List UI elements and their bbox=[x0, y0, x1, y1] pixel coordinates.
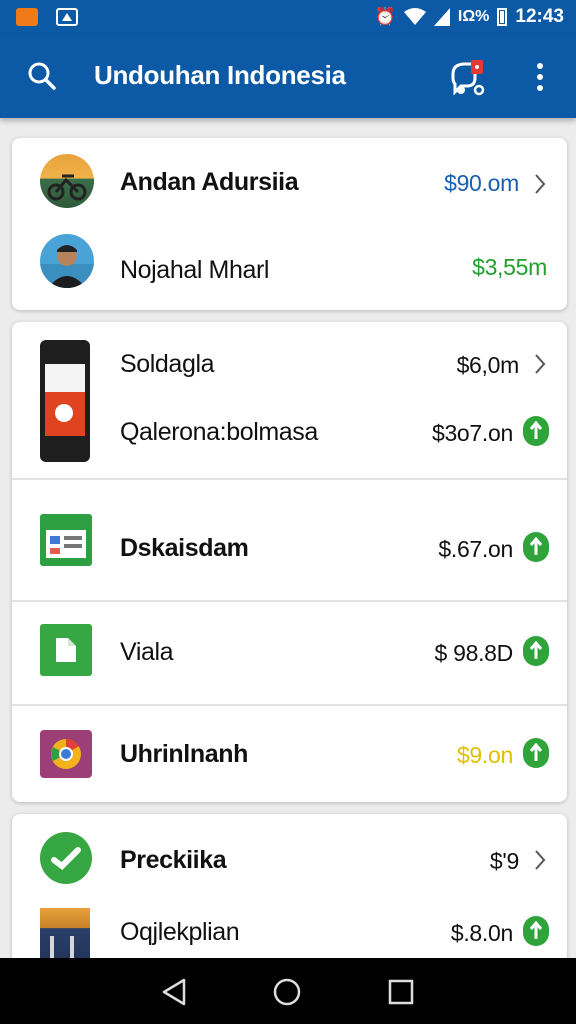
row-amount: $9.on bbox=[456, 742, 513, 768]
status-bar: ⏰ ΙΩ% 12:43 bbox=[0, 0, 576, 34]
signal-icon bbox=[433, 8, 450, 26]
account-card-3: Preckiika $'9 Oqjlekplian $.8.0n bbox=[12, 814, 567, 974]
row-name: Uhrinlnanh bbox=[120, 740, 248, 768]
recents-icon[interactable] bbox=[386, 977, 416, 1007]
file-icon bbox=[40, 624, 92, 676]
row-name: Soldagla bbox=[120, 350, 215, 378]
alarm-icon: ⏰ bbox=[374, 7, 396, 26]
row-amount: $3o7.on bbox=[431, 420, 513, 446]
trend-up-icon bbox=[523, 738, 549, 768]
row-amount: $.67.on bbox=[438, 536, 513, 562]
more-vert-icon[interactable] bbox=[528, 60, 552, 94]
person-avatar bbox=[40, 234, 94, 288]
clock: 12:43 bbox=[515, 6, 564, 27]
trend-up-icon bbox=[523, 532, 549, 562]
list-item[interactable]: Preckiika $'9 bbox=[12, 814, 567, 900]
page-title: Undouhan Indonesia bbox=[94, 60, 346, 90]
row-name: Dskaisdam bbox=[120, 534, 249, 562]
list-item[interactable]: Nojahal Mharl $3,55m bbox=[12, 224, 567, 310]
row-amount: $6,0m bbox=[456, 352, 520, 378]
chevron-right-icon bbox=[535, 174, 546, 194]
list-item[interactable]: Qaleronа:bolmasa $3o7.on bbox=[12, 398, 567, 478]
row-amount: $ 98.8D bbox=[434, 640, 514, 666]
drive-notification-icon bbox=[56, 8, 78, 26]
row-amount: $'9 bbox=[489, 848, 519, 874]
row-amount: $.8.0n bbox=[450, 920, 513, 946]
chevron-right-icon bbox=[535, 354, 546, 374]
chrome-icon bbox=[40, 730, 92, 778]
navigation-bar bbox=[0, 958, 576, 1024]
trend-up-icon bbox=[523, 636, 549, 666]
row-name: Qaleronа:bolmasa bbox=[120, 418, 318, 446]
row-name: Viala bbox=[120, 638, 174, 666]
row-name: Preckiika bbox=[120, 846, 227, 874]
battery-percent: ΙΩ% bbox=[457, 8, 490, 25]
search-icon[interactable] bbox=[26, 60, 58, 92]
app-bar: Undouhan Indonesia bbox=[0, 34, 576, 118]
list-item[interactable]: Uhrinlnanh $9.on bbox=[12, 706, 567, 802]
account-card-2: Soldagla $6,0m Qaleronа:bolmasa $3o7.on … bbox=[12, 322, 567, 802]
account-card-1: Andan Adursiia $90.om Nojahal Mharl $3,5… bbox=[12, 138, 567, 310]
row-name: Oqjlekplian bbox=[120, 918, 240, 946]
list-item[interactable]: Viala $ 98.8D bbox=[12, 602, 567, 704]
trend-up-icon bbox=[523, 416, 549, 446]
green-check-icon bbox=[40, 832, 92, 884]
tag-alert-icon[interactable] bbox=[445, 56, 489, 100]
trend-up-icon bbox=[523, 916, 549, 946]
row-amount: $3,55m bbox=[472, 254, 547, 280]
back-icon[interactable] bbox=[160, 977, 190, 1007]
row-name: Nojahal Mharl bbox=[120, 256, 270, 284]
list-item[interactable]: Dskaisdam $.67.on bbox=[12, 480, 567, 600]
wifi-icon bbox=[403, 8, 426, 25]
list-item[interactable]: Soldagla $6,0m bbox=[12, 322, 567, 398]
sheets-icon bbox=[40, 514, 92, 566]
list-item[interactable]: Andan Adursiia $90.om bbox=[12, 138, 567, 224]
battery-icon bbox=[497, 8, 508, 26]
row-amount: $90.om bbox=[444, 170, 519, 196]
home-icon[interactable] bbox=[272, 977, 302, 1007]
row-name: Andan Adursiia bbox=[120, 168, 299, 196]
app-notification-icon bbox=[16, 8, 38, 26]
motorcycle-avatar bbox=[40, 154, 94, 208]
chevron-right-icon bbox=[535, 850, 546, 870]
